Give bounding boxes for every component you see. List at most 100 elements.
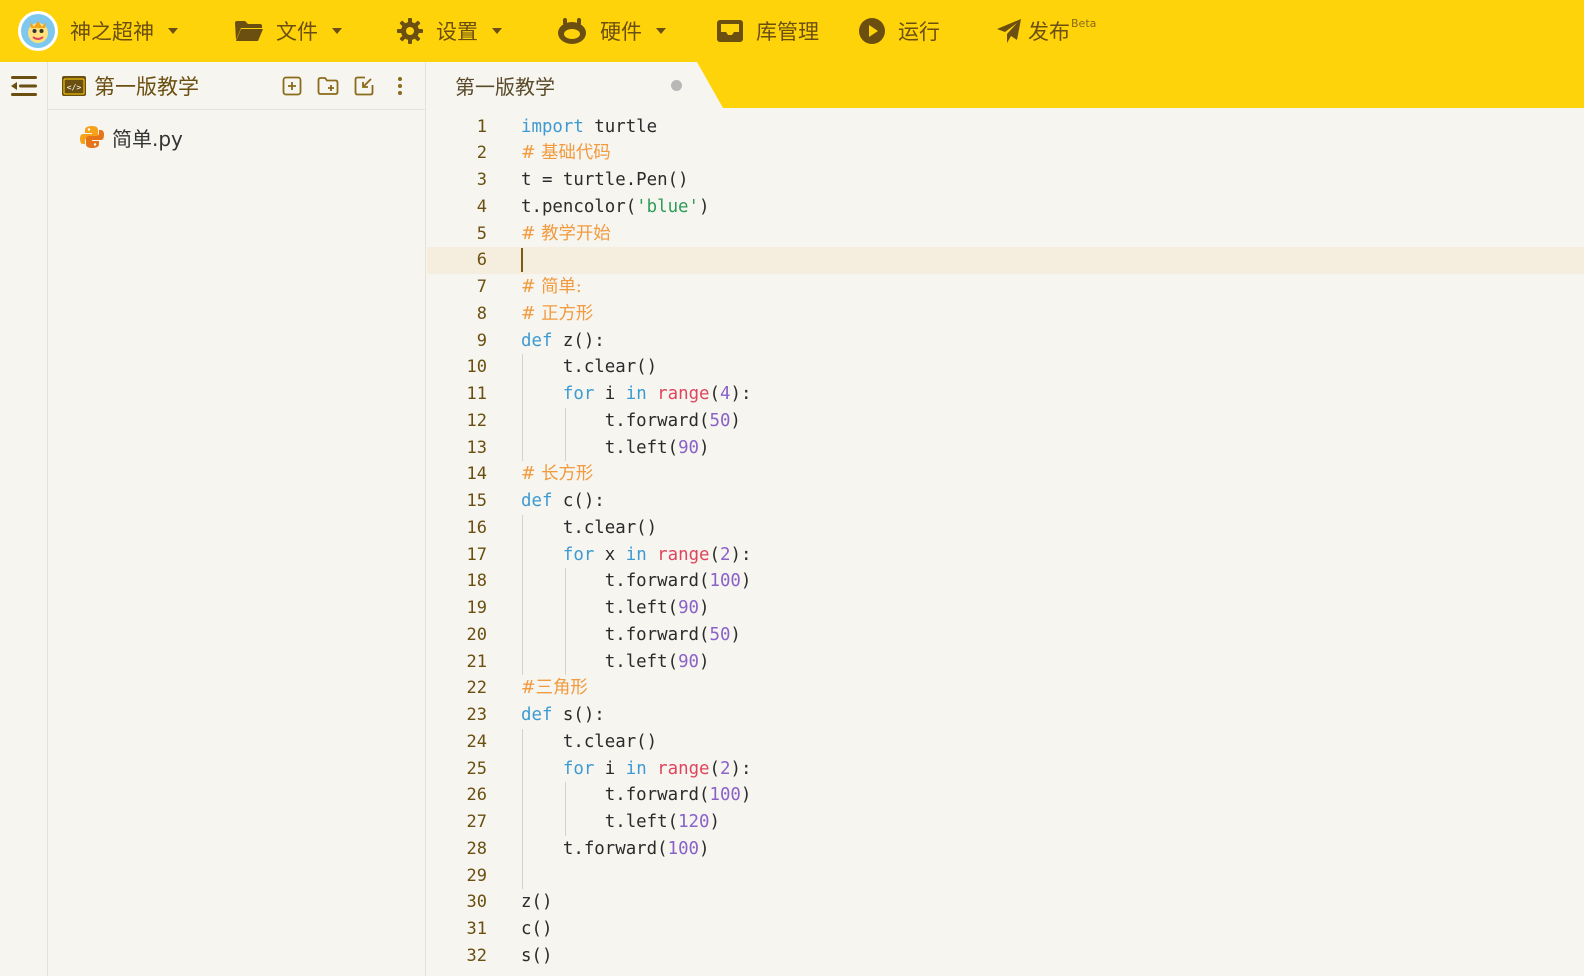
code-text: def c(): — [521, 491, 605, 511]
menu-file[interactable]: 文件 — [234, 0, 342, 62]
code-line[interactable]: 5 # 教学开始 — [427, 221, 1584, 248]
line-number: 21 — [466, 651, 487, 672]
code-line[interactable]: 12 t.forward(50) — [427, 408, 1584, 435]
code-text: for x in range(2): — [562, 544, 752, 565]
code-line[interactable]: 4 t.pencolor('blue') — [427, 194, 1584, 221]
tab-first-lesson[interactable]: 第一版教学 — [427, 62, 723, 108]
code-line[interactable]: 11 for i in range(4): — [427, 381, 1584, 408]
activity-rail — [0, 62, 48, 976]
library-icon — [716, 18, 744, 44]
more-options-button[interactable] — [389, 75, 411, 97]
avatar-icon — [21, 14, 55, 48]
user-menu[interactable]: 神之超神 — [18, 0, 178, 62]
code-line[interactable]: 16 t.clear() — [427, 515, 1584, 542]
toggle-sidebar-button[interactable] — [10, 74, 38, 98]
line-number: 20 — [466, 624, 487, 645]
more-vertical-icon — [398, 77, 402, 95]
code-line[interactable]: 24 t.clear() — [427, 729, 1584, 756]
menu-settings[interactable]: 设置 — [396, 0, 502, 62]
code-line[interactable]: 30 z() — [427, 889, 1584, 916]
code-text: t.clear() — [521, 731, 658, 752]
code-line[interactable]: 7 # 简单: — [427, 274, 1584, 301]
code-line[interactable]: 21 t.left(90) — [427, 649, 1584, 676]
code-text: t.forward(100) — [521, 571, 752, 592]
text-cursor — [521, 248, 523, 273]
menu-hardware[interactable]: 硬件 — [556, 0, 666, 62]
new-folder-button[interactable] — [317, 75, 339, 97]
svg-text:</>: </> — [67, 83, 82, 92]
line-number: 15 — [466, 491, 487, 511]
code-text: t.forward(50) — [521, 410, 741, 431]
import-icon — [354, 76, 374, 96]
code-text: t.left(90) — [521, 598, 710, 618]
code-line[interactable]: 18 t.forward(100) — [427, 568, 1584, 595]
code-text: def z(): — [521, 330, 605, 351]
code-line[interactable]: 6 — [427, 247, 1584, 275]
line-number: 5 — [476, 223, 487, 244]
menu-file-label: 文件 — [276, 20, 318, 44]
file-item[interactable]: 简单.py — [80, 120, 183, 154]
code-line[interactable]: 17 for x in range(2): — [427, 542, 1584, 569]
publish-button[interactable]: 发布 Beta — [996, 0, 1096, 62]
code-line[interactable]: 3 t = turtle.Pen() — [427, 167, 1584, 194]
top-menu-bar: 神之超神 文件 设置 硬件 库管理 运行 发布 Beta — [0, 0, 1584, 62]
code-line[interactable]: 14 # 长方形 — [427, 461, 1584, 488]
file-explorer: </> 第一版教学 简单.py — [48, 62, 426, 976]
line-number: 6 — [476, 250, 487, 271]
code-text: t.clear() — [521, 517, 658, 538]
line-number: 18 — [466, 571, 487, 592]
new-file-button[interactable] — [281, 75, 303, 97]
line-number: 13 — [466, 437, 487, 458]
beta-badge: Beta — [1071, 16, 1097, 30]
code-line[interactable]: 20 t.forward(50) — [427, 622, 1584, 649]
code-line[interactable]: 10 t.clear() — [427, 354, 1584, 381]
line-number: 2 — [476, 143, 487, 164]
play-icon — [858, 17, 886, 45]
code-line[interactable]: 29 — [427, 863, 1584, 890]
code-line[interactable]: 8 # 正方形 — [427, 301, 1584, 328]
line-number: 24 — [466, 731, 487, 752]
code-line[interactable]: 1 import turtle — [427, 114, 1584, 141]
hardware-icon — [556, 17, 588, 45]
code-text: t.pencolor('blue') — [521, 196, 710, 217]
code-text: s() — [521, 945, 553, 966]
new-folder-icon — [317, 77, 339, 95]
menu-hardware-label: 硬件 — [600, 20, 642, 44]
import-file-button[interactable] — [353, 75, 375, 97]
code-editor[interactable]: 1 import turtle 2 # 基础代码 3 t = turtle.Pen() 4 t… — [427, 108, 1584, 976]
code-text: t.forward(100) — [521, 838, 710, 859]
unsaved-dot-icon[interactable] — [671, 80, 682, 91]
code-line[interactable]: 32 s() — [427, 943, 1584, 970]
code-line[interactable]: 31 c() — [427, 916, 1584, 943]
line-number: 9 — [476, 330, 487, 351]
line-number: 14 — [466, 464, 487, 485]
line-number: 19 — [466, 598, 487, 618]
editor-tab-bar: 第一版教学 — [427, 62, 1584, 108]
code-text: z() — [521, 892, 553, 913]
code-text: t.forward(50) — [521, 624, 741, 645]
line-number: 12 — [466, 410, 487, 431]
publish-label: 发布 — [1028, 20, 1070, 44]
menu-library-label: 库管理 — [756, 20, 819, 44]
code-line[interactable]: 22 #三角形 — [427, 675, 1584, 702]
line-number: 23 — [466, 705, 487, 725]
line-number: 16 — [466, 517, 487, 538]
code-text: import turtle — [521, 116, 658, 137]
code-line[interactable]: 13 t.left(90) — [427, 435, 1584, 462]
code-line[interactable]: 26 t.forward(100) — [427, 782, 1584, 809]
menu-library[interactable]: 库管理 — [716, 0, 819, 62]
code-line[interactable]: 2 # 基础代码 — [427, 140, 1584, 167]
code-text: # 正方形 — [521, 303, 594, 324]
code-line[interactable]: 27 t.left(120) — [427, 809, 1584, 836]
code-line[interactable]: 23 def s(): — [427, 702, 1584, 729]
code-line[interactable]: 19 t.left(90) — [427, 595, 1584, 622]
line-number: 27 — [466, 812, 487, 832]
code-line[interactable]: 15 def c(): — [427, 488, 1584, 515]
code-line[interactable]: 9 def z(): — [427, 328, 1584, 355]
code-line[interactable]: 28 t.forward(100) — [427, 836, 1584, 863]
line-number: 32 — [466, 945, 487, 966]
run-button[interactable]: 运行 — [858, 0, 940, 62]
code-project-icon: </> — [62, 75, 86, 96]
line-number: 8 — [476, 303, 487, 324]
code-line[interactable]: 25 for i in range(2): — [427, 756, 1584, 783]
